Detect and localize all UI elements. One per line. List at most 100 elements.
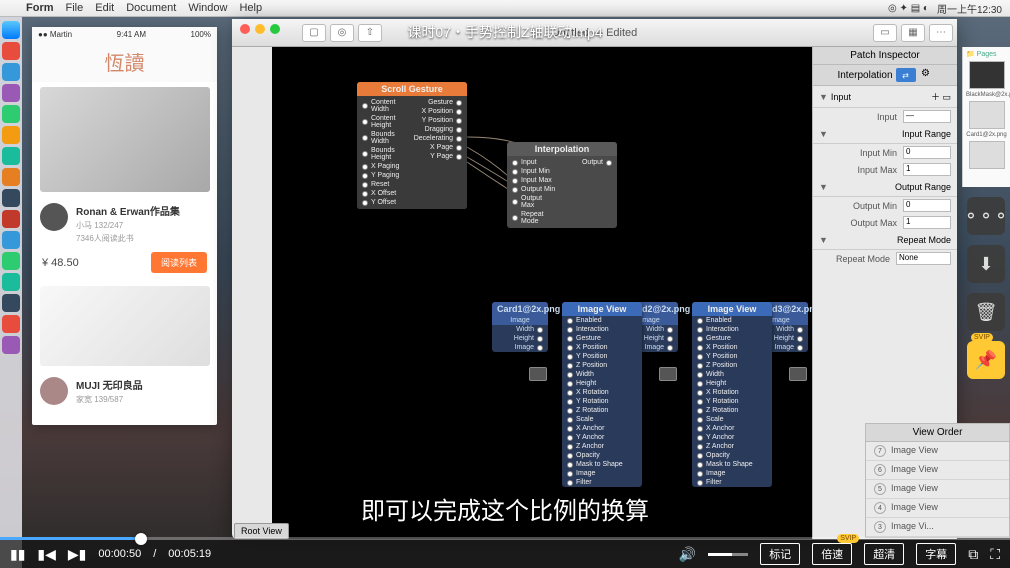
- view-order-row[interactable]: 5Image View: [866, 480, 1009, 499]
- port-icon[interactable]: [567, 354, 573, 360]
- node-port-row[interactable]: Z Anchor: [692, 442, 772, 451]
- image-preview-icon[interactable]: [789, 367, 807, 381]
- port-icon[interactable]: [697, 318, 703, 324]
- port-icon[interactable]: [567, 336, 573, 342]
- node-port-row[interactable]: X Paging: [357, 162, 409, 171]
- next-button[interactable]: ▶▮: [68, 546, 86, 563]
- volume-slider[interactable]: [708, 553, 748, 556]
- fullscreen-button[interactable]: ⛶: [990, 546, 1000, 563]
- image-preview-icon[interactable]: [529, 367, 547, 381]
- menu-help[interactable]: Help: [239, 2, 262, 14]
- node-port-row[interactable]: Content Height: [357, 114, 409, 130]
- share-button[interactable]: ⚬⚬⚬: [967, 197, 1005, 235]
- input-min-value[interactable]: 0: [903, 146, 951, 159]
- card-image[interactable]: [40, 87, 210, 192]
- node-port-row[interactable]: Enabled: [562, 316, 642, 325]
- port-icon[interactable]: [537, 345, 543, 351]
- port-icon[interactable]: [697, 363, 703, 369]
- node-port-row[interactable]: Opacity: [692, 451, 772, 460]
- file-thumbnail[interactable]: [969, 141, 1005, 169]
- port-icon[interactable]: [797, 336, 803, 342]
- port-icon[interactable]: [567, 327, 573, 333]
- prev-button[interactable]: ▮◀: [37, 546, 55, 563]
- port-icon[interactable]: [797, 327, 803, 333]
- dock-app-icon[interactable]: [2, 42, 20, 60]
- output-min-value[interactable]: 0: [903, 199, 951, 212]
- port-icon[interactable]: [567, 435, 573, 441]
- dock-app-icon[interactable]: [2, 252, 20, 270]
- node-port-row[interactable]: Y Offset: [357, 198, 409, 207]
- node-port-row[interactable]: Y Paging: [357, 171, 409, 180]
- toolbar-button[interactable]: ⋯: [929, 24, 953, 42]
- node-port-row[interactable]: X Rotation: [562, 388, 642, 397]
- port-icon[interactable]: [512, 160, 518, 166]
- author-avatar[interactable]: [40, 377, 68, 405]
- port-icon[interactable]: [697, 336, 703, 342]
- port-icon[interactable]: [362, 191, 368, 197]
- node-port-row[interactable]: Bounds Width: [357, 130, 409, 146]
- port-icon[interactable]: [567, 381, 573, 387]
- port-icon[interactable]: [456, 154, 462, 160]
- node-port-row[interactable]: Height: [562, 379, 642, 388]
- dock-app-icon[interactable]: [2, 126, 20, 144]
- port-icon[interactable]: [362, 103, 368, 109]
- node-port-row[interactable]: X Position: [409, 107, 467, 116]
- node-port-row[interactable]: Y Rotation: [692, 397, 772, 406]
- dock-app-icon[interactable]: [2, 231, 20, 249]
- port-icon[interactable]: [512, 169, 518, 175]
- menu-edit[interactable]: Edit: [95, 2, 114, 14]
- node-port-row[interactable]: Scale: [692, 415, 772, 424]
- volume-icon[interactable]: 🔊: [679, 546, 696, 563]
- pin-button[interactable]: SVIP📌: [967, 341, 1005, 379]
- view-order-row[interactable]: 3Image Vi...: [866, 518, 1009, 537]
- toolbar-button[interactable]: ◎: [330, 24, 354, 42]
- node-port-row[interactable]: Mask to Shape: [562, 460, 642, 469]
- menu-document[interactable]: Document: [126, 2, 176, 14]
- dock-app-icon[interactable]: [2, 273, 20, 291]
- node-port-row[interactable]: Z Position: [562, 361, 642, 370]
- quality-button[interactable]: 超清: [864, 543, 904, 565]
- node-port-row[interactable]: Gesture: [409, 98, 467, 107]
- port-icon[interactable]: [362, 119, 368, 125]
- node-card1-image[interactable]: Card1@2x.png Image WidthHeightImage: [492, 302, 548, 352]
- port-icon[interactable]: [697, 408, 703, 414]
- node-port-row[interactable]: Image: [492, 343, 548, 352]
- port-icon[interactable]: [697, 327, 703, 333]
- node-port-row[interactable]: Height: [492, 334, 548, 343]
- port-icon[interactable]: [697, 435, 703, 441]
- node-port-row[interactable]: Input: [507, 158, 562, 167]
- node-port-row[interactable]: Content Width: [357, 98, 409, 114]
- node-port-row[interactable]: Image: [692, 469, 772, 478]
- node-image-view[interactable]: Image View EnabledInteractionGestureX Po…: [562, 302, 642, 487]
- port-icon[interactable]: [362, 182, 368, 188]
- node-port-row[interactable]: Decelerating: [409, 134, 467, 143]
- node-port-row[interactable]: X Anchor: [692, 424, 772, 433]
- node-port-row[interactable]: Output: [562, 158, 617, 167]
- node-port-row[interactable]: Z Position: [692, 361, 772, 370]
- port-icon[interactable]: [697, 345, 703, 351]
- port-icon[interactable]: [567, 471, 573, 477]
- node-port-row[interactable]: X Anchor: [562, 424, 642, 433]
- node-port-row[interactable]: Filter: [562, 478, 642, 487]
- port-icon[interactable]: [567, 363, 573, 369]
- port-icon[interactable]: [697, 480, 703, 486]
- share-icon[interactable]: ⇧: [358, 24, 382, 42]
- node-image-view[interactable]: Image View EnabledInteractionGestureX Po…: [692, 302, 772, 487]
- dock-app-icon[interactable]: [2, 147, 20, 165]
- node-port-row[interactable]: Y Rotation: [562, 397, 642, 406]
- speed-button[interactable]: SVIP倍速: [812, 543, 852, 565]
- input-value[interactable]: —: [903, 110, 951, 123]
- finder-window[interactable]: 📁 Pages BlackMask@2x.png Card1@2x.png: [962, 47, 1010, 187]
- node-port-row[interactable]: Gesture: [562, 334, 642, 343]
- node-port-row[interactable]: Mask to Shape: [692, 460, 772, 469]
- node-port-row[interactable]: Filter: [692, 478, 772, 487]
- node-port-row[interactable]: Input Max: [507, 176, 562, 185]
- port-icon[interactable]: [567, 417, 573, 423]
- port-icon[interactable]: [697, 426, 703, 432]
- toolbar-button[interactable]: ▦: [901, 24, 925, 42]
- port-icon[interactable]: [456, 118, 462, 124]
- port-icon[interactable]: [697, 372, 703, 378]
- app-name[interactable]: Form: [26, 2, 54, 14]
- node-port-row[interactable]: Image: [562, 469, 642, 478]
- dock-app-icon[interactable]: [2, 105, 20, 123]
